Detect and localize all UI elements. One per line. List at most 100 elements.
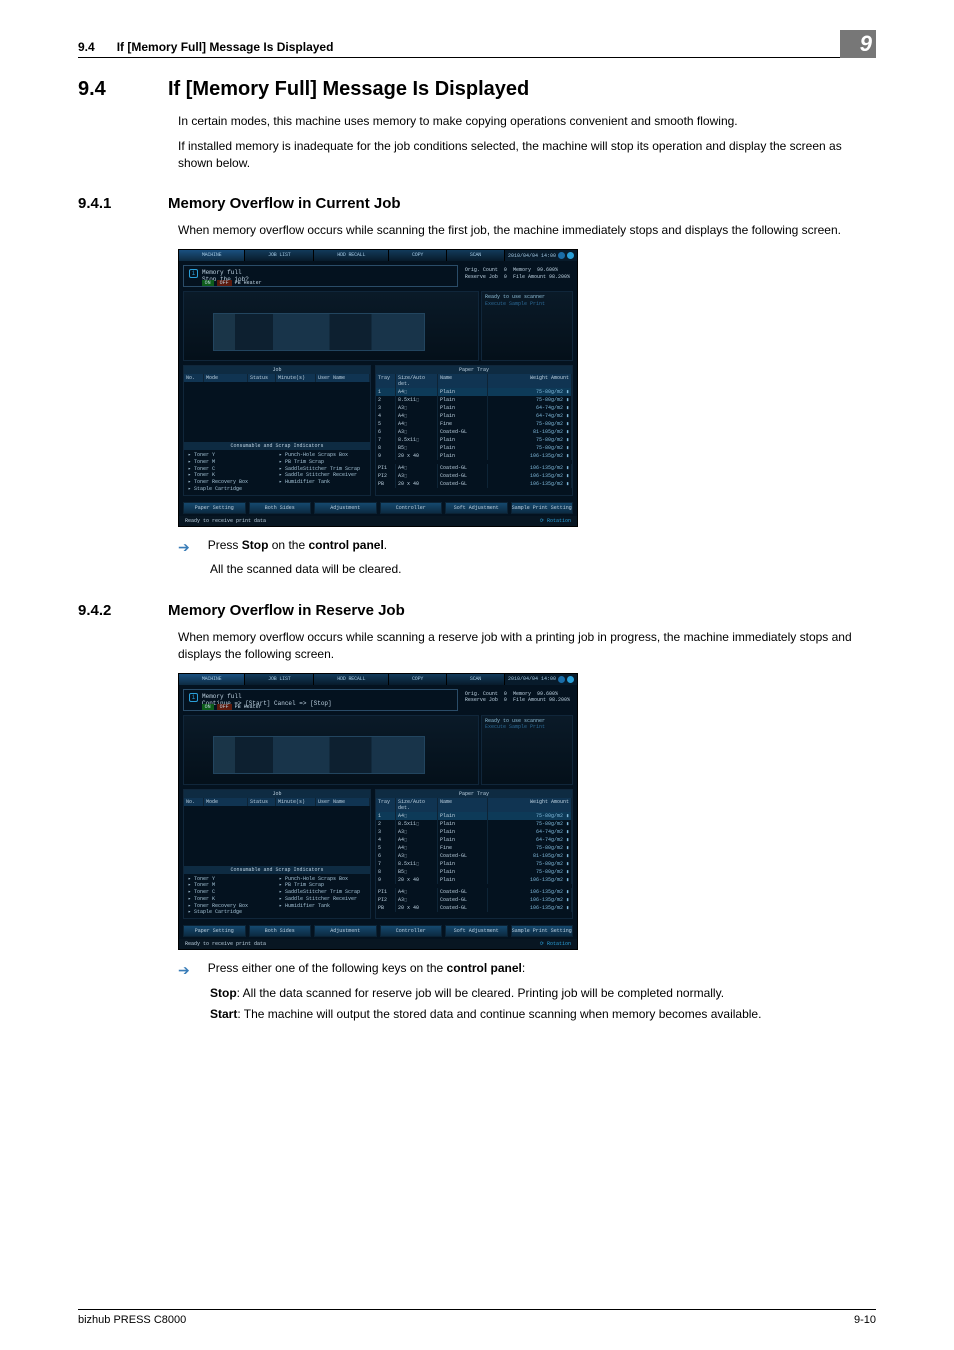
consumable-item: ▸ Toner M <box>188 459 275 466</box>
consumable-item: ▸ Staple Cartridge <box>188 909 275 916</box>
tray-row: 6A3⬚Coated-GL81-105g/m2 ▮ <box>376 852 572 860</box>
job-table: Job No. Mode Status Minute(s) User Name … <box>183 365 371 496</box>
tab-machine: MACHINE <box>179 250 245 261</box>
tray-row: PB20 x 40Coated-GL106-135g/m2 ▮ <box>376 904 572 912</box>
tray-row: 78.5x11⬚Plain75-80g/m2 ▮ <box>376 860 572 868</box>
header-section-number: 9.4 <box>78 40 95 54</box>
tray-row: 8B5⬚Plain75-80g/m2 ▮ <box>376 444 572 452</box>
tray-row: 4A4⬚Plain64-74g/m2 ▮ <box>376 412 572 420</box>
intro-paragraph-1: In certain modes, this machine uses memo… <box>178 113 876 130</box>
subsection-paragraph: When memory overflow occurs while scanni… <box>178 222 876 239</box>
tray-row: 920 x 40Plain106-135g/m2 ▮ <box>376 452 572 460</box>
tray-row: 1A4⬚Plain75-80g/m2 ▮ <box>376 812 572 820</box>
arrow-right-icon: ➔ <box>178 538 190 558</box>
stop-instruction: Stop: All the data scanned for reserve j… <box>210 985 876 1002</box>
status-dot-icon <box>567 252 574 259</box>
section-title: If [Memory Full] Message Is Displayed <box>168 78 529 101</box>
tab-copy: COPY <box>389 250 447 261</box>
panel-btn: Paper Setting <box>183 502 246 514</box>
consumable-item: ▸ Toner Recovery Box <box>188 903 275 910</box>
consumable-item: ▸ Staple Cartridge <box>188 486 275 493</box>
tray-row: 28.5x11⬚Plain75-80g/m2 ▮ <box>376 396 572 404</box>
tray-row: 4A4⬚Plain64-74g/m2 ▮ <box>376 836 572 844</box>
tray-row: PI1A4⬚Coated-GL106-135g/m2 ▮ <box>376 464 572 472</box>
consumable-item: ▸ Toner M <box>188 882 275 889</box>
footer-product-name: bizhub PRESS C8000 <box>78 1314 186 1326</box>
consumables-list: ▸ Toner Y▸ Toner M▸ Toner C▸ Toner K▸ To… <box>184 450 370 495</box>
tray-row: 6A3⬚Coated-GL81-105g/m2 ▮ <box>376 428 572 436</box>
panel-btn: Sample Print Setting <box>511 502 574 514</box>
rotation-icon: ⟳ Rotation <box>540 518 571 524</box>
tray-row: PI2A3⬚Coated-GL106-135g/m2 ▮ <box>376 472 572 480</box>
consumable-item: ▸ SaddleStitcher Trim Scrap <box>279 466 366 473</box>
consumable-item: ▸ PB Trim Scrap <box>279 459 366 466</box>
tray-row: 28.5x11⬚Plain75-80g/m2 ▮ <box>376 820 572 828</box>
consumable-item: ▸ SaddleStitcher Trim Scrap <box>279 889 366 896</box>
panel-counters: Orig. Count 0 Memory 99.600% Reserve Job… <box>462 265 573 287</box>
subsection-number: 9.4.2 <box>78 602 134 619</box>
tray-row: 8B5⬚Plain75-80g/m2 ▮ <box>376 868 572 876</box>
section-heading: 9.4 If [Memory Full] Message Is Displaye… <box>78 78 876 101</box>
heater-on-indicator: ON <box>202 280 214 286</box>
subsection-heading: 9.4.1 Memory Overflow in Current Job <box>78 195 876 212</box>
tray-row: PI2A3⬚Coated-GL106-135g/m2 ▮ <box>376 896 572 904</box>
consumable-item: ▸ Humidifier Tank <box>279 479 366 486</box>
consumable-item: ▸ Toner K <box>188 472 275 479</box>
instruction-text: Press either one of the following keys o… <box>208 960 526 981</box>
subsection-paragraph: When memory overflow occurs while scanni… <box>178 629 876 663</box>
panel-btn: Both Sides <box>249 502 312 514</box>
machine-diagram: ON OFF PB Heater <box>183 291 479 361</box>
panel-btn: Adjustment <box>314 502 377 514</box>
panel-btn: Soft Adjustment <box>445 502 508 514</box>
chapter-number-badge: 9 <box>840 30 876 58</box>
control-panel-screenshot-1: MACHINE JOB LIST HDD RECALL COPY SCAN 20… <box>178 249 876 527</box>
subsection-heading: 9.4.2 Memory Overflow in Reserve Job <box>78 602 876 619</box>
consumable-item: ▸ PB Trim Scrap <box>279 882 366 889</box>
consumable-item: ▸ Punch-Hole Scraps Box <box>279 876 366 883</box>
instruction-text: Press Stop on the control panel. <box>208 537 387 558</box>
consumable-item: ▸ Humidifier Tank <box>279 903 366 910</box>
panel-button-row: Paper Setting Both Sides Adjustment Cont… <box>179 500 577 516</box>
scanner-status-box: Ready to use scanner Execute Sample Prin… <box>481 291 573 361</box>
running-header: 9.4 If [Memory Full] Message Is Displaye… <box>78 30 876 58</box>
panel-tabs: MACHINE JOB LIST HDD RECALL COPY SCAN 20… <box>179 250 577 261</box>
status-dot-icon <box>558 252 565 259</box>
tray-row: 78.5x11⬚Plain75-80g/m2 ▮ <box>376 436 572 444</box>
tray-row: 3A3⬚Plain64-74g/m2 ▮ <box>376 404 572 412</box>
tab-hddrecall: HDD RECALL <box>314 250 389 261</box>
heater-off-indicator: OFF <box>217 280 232 286</box>
panel-datetime: 2010/04/04 14:00 <box>505 250 577 261</box>
tray-row: 5A4⬚Fine75-80g/m2 ▮ <box>376 420 572 428</box>
panel-footer-status: Ready to receive print data <box>185 518 266 524</box>
tray-row: 1A4⬚Plain75-80g/m2 ▮ <box>376 388 572 396</box>
panel-message-line1: Memory full <box>202 269 249 276</box>
subsection-title: Memory Overflow in Reserve Job <box>168 602 405 619</box>
consumable-item: ▸ Toner C <box>188 889 275 896</box>
page-footer: bizhub PRESS C8000 9-10 <box>78 1309 876 1326</box>
footer-page-number: 9-10 <box>854 1314 876 1326</box>
subsection-title: Memory Overflow in Current Job <box>168 195 401 212</box>
consumable-item: ▸ Toner Y <box>188 876 275 883</box>
paper-tray-table: Paper Tray Tray Size/Auto det. Name Weig… <box>375 365 573 496</box>
start-instruction: Start: The machine will output the store… <box>210 1006 876 1023</box>
tray-row: 920 x 40Plain106-135g/m2 ▮ <box>376 876 572 884</box>
consumable-item: ▸ Toner Recovery Box <box>188 479 275 486</box>
header-section-title: If [Memory Full] Message Is Displayed <box>117 40 334 54</box>
tray-row: 3A3⬚Plain64-74g/m2 ▮ <box>376 828 572 836</box>
section-number: 9.4 <box>78 78 134 101</box>
tray-row: PB20 x 40Coated-GL106-135g/m2 ▮ <box>376 480 572 488</box>
panel-btn: Controller <box>380 502 443 514</box>
consumable-item: ▸ Toner Y <box>188 452 275 459</box>
tab-scan: SCAN <box>447 250 505 261</box>
heater-label: PB Heater <box>235 280 262 286</box>
info-icon: i <box>189 269 198 278</box>
instruction-follow: All the scanned data will be cleared. <box>210 561 876 578</box>
info-icon: i <box>189 693 198 702</box>
consumable-item: ▸ Punch-Hole Scraps Box <box>279 452 366 459</box>
consumable-item: ▸ Saddle Stitcher Receiver <box>279 896 366 903</box>
tab-joblist: JOB LIST <box>245 250 314 261</box>
tray-row: PI1A4⬚Coated-GL106-135g/m2 ▮ <box>376 888 572 896</box>
subsection-number: 9.4.1 <box>78 195 134 212</box>
intro-paragraph-2: If installed memory is inadequate for th… <box>178 138 876 172</box>
consumable-item: ▸ Toner K <box>188 896 275 903</box>
